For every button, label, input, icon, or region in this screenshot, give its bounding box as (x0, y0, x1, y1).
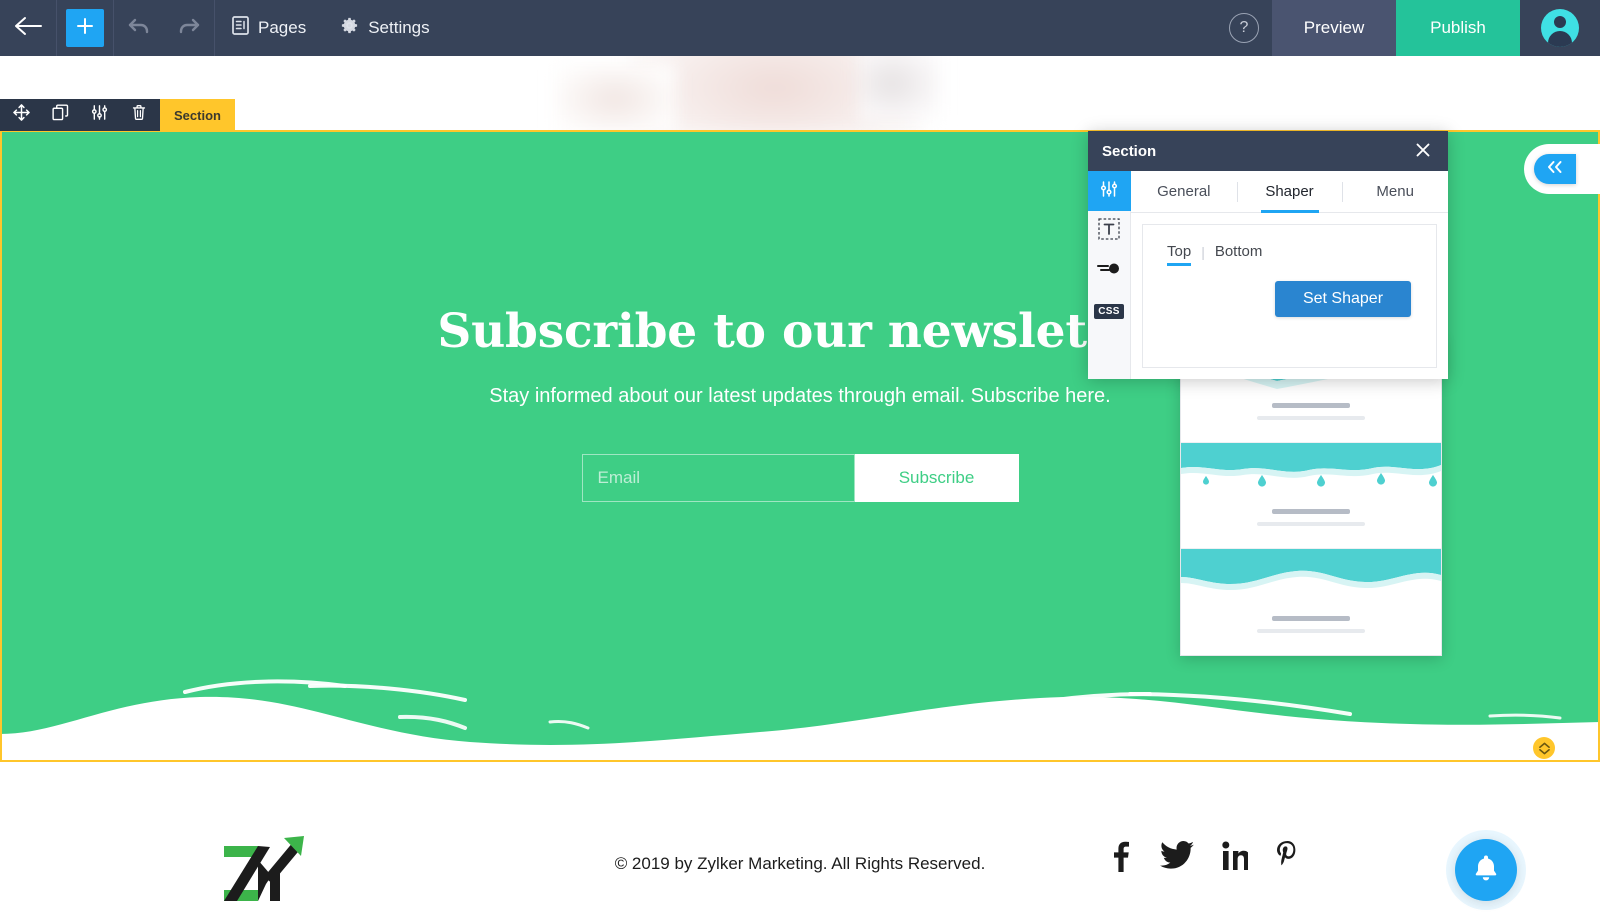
publish-button[interactable]: Publish (1396, 0, 1520, 56)
shaper-option-soft-wave[interactable] (1181, 549, 1441, 655)
redo-icon (176, 15, 202, 42)
pages-icon (232, 16, 249, 40)
tab-shaper-label: Shaper (1265, 183, 1314, 200)
rail-item-settings[interactable] (1087, 171, 1131, 211)
shaper-preview-thumbnail (1181, 443, 1441, 487)
sliders-icon (1100, 180, 1118, 203)
tab-menu-label: Menu (1376, 183, 1414, 200)
section-settings-button[interactable] (80, 99, 119, 131)
newsletter-form: Subscribe (581, 453, 1019, 502)
trash-icon (131, 104, 147, 126)
tab-menu[interactable]: Menu (1342, 171, 1448, 212)
facebook-icon[interactable] (1110, 840, 1132, 877)
linkedin-icon[interactable] (1222, 841, 1250, 876)
page-footer: © 2019 by Zylker Marketing. All Rights R… (0, 762, 1600, 912)
pinterest-icon[interactable] (1276, 840, 1300, 877)
plus-icon (75, 16, 95, 41)
css-icon: CSS (1094, 303, 1124, 319)
sliders-icon (91, 104, 108, 126)
rail-item-css[interactable]: CSS (1088, 291, 1131, 331)
tab-general[interactable]: General (1131, 171, 1237, 212)
subscribe-button[interactable]: Subscribe (854, 453, 1019, 502)
section-action-toolbar: Section (0, 99, 235, 131)
delete-section-button[interactable] (119, 99, 158, 131)
settings-label: Settings (368, 18, 430, 37)
chevron-double-left-icon (1545, 160, 1565, 178)
pages-menu-button[interactable]: Pages (215, 0, 323, 56)
preview-label: Preview (1303, 18, 1365, 37)
avatar (1541, 9, 1579, 47)
redo-button[interactable] (164, 0, 214, 56)
shaper-tab-top[interactable]: Top (1167, 243, 1192, 266)
shaper-preview-placeholder-lines (1181, 403, 1441, 420)
tab-general-label: General (1157, 183, 1211, 200)
shaper-preview-placeholder-lines (1181, 616, 1441, 633)
section-type-badge[interactable]: Section (160, 99, 235, 131)
settings-menu-button[interactable]: Settings (323, 0, 446, 56)
hero-image-strip (0, 56, 1600, 131)
app-root: Pages Settings ? Preview Publish Subscri… (0, 0, 1600, 912)
shaper-panel: Top | Bottom Set Shaper (1142, 224, 1437, 368)
panel-title: Section (1102, 142, 1157, 160)
publish-label: Publish (1430, 18, 1486, 37)
move-icon (13, 104, 30, 126)
rail-item-text-box[interactable] (1088, 211, 1131, 251)
shaper-options-list (1180, 336, 1442, 656)
add-element-button[interactable] (57, 0, 113, 56)
preview-button[interactable]: Preview (1272, 0, 1396, 56)
section-settings-panel: Section CSS General Shaper Menu Top | Bo… (1087, 131, 1448, 379)
panel-body: CSS General Shaper Menu Top | Bottom Set… (1087, 171, 1448, 379)
panel-header: Section (1088, 131, 1448, 171)
social-links (1110, 840, 1300, 877)
animation-icon (1097, 261, 1121, 282)
email-input[interactable] (581, 453, 855, 502)
back-button[interactable] (0, 0, 56, 56)
twitter-icon[interactable] (1159, 841, 1195, 876)
shaper-preview-thumbnail (1181, 549, 1441, 591)
top-toolbar: Pages Settings ? Preview Publish (0, 0, 1600, 56)
copyright-text: © 2019 by Zylker Marketing. All Rights R… (614, 854, 986, 873)
shaper-option-drip-droplets[interactable] (1181, 443, 1441, 549)
shaper-tab-bottom[interactable]: Bottom (1215, 243, 1263, 266)
panel-icon-rail: CSS (1087, 171, 1131, 379)
set-shaper-button[interactable]: Set Shaper (1275, 281, 1411, 317)
tab-shaper[interactable]: Shaper (1236, 171, 1343, 212)
undo-button[interactable] (114, 0, 164, 56)
section-bottom-resize-handle[interactable] (1533, 737, 1555, 759)
text-box-icon (1098, 217, 1120, 245)
divider: | (1201, 243, 1205, 260)
collapse-panel-button[interactable] (1534, 154, 1576, 184)
shaper-preview-placeholder-lines (1181, 509, 1441, 526)
move-section-button[interactable] (2, 99, 41, 131)
bell-icon (1473, 854, 1499, 887)
panel-content: Top | Bottom Set Shaper (1131, 213, 1448, 379)
duplicate-icon (52, 104, 69, 126)
section-bottom-wave-shape (0, 679, 1600, 761)
duplicate-section-button[interactable] (41, 99, 80, 131)
pages-label: Pages (258, 18, 307, 37)
question-mark-icon: ? (1239, 19, 1249, 36)
undo-icon (126, 15, 152, 42)
shaper-position-tabs: Top | Bottom (1167, 243, 1412, 266)
arrow-left-icon (13, 15, 43, 42)
close-icon[interactable] (1412, 140, 1434, 162)
notification-button[interactable] (1455, 839, 1517, 901)
panel-tabs: General Shaper Menu (1131, 171, 1448, 213)
panel-main: General Shaper Menu Top | Bottom Set Sha… (1131, 171, 1448, 379)
help-button[interactable]: ? (1216, 0, 1272, 56)
account-avatar-button[interactable] (1520, 0, 1600, 56)
gear-icon (340, 16, 359, 40)
rail-item-animation[interactable] (1088, 251, 1131, 291)
